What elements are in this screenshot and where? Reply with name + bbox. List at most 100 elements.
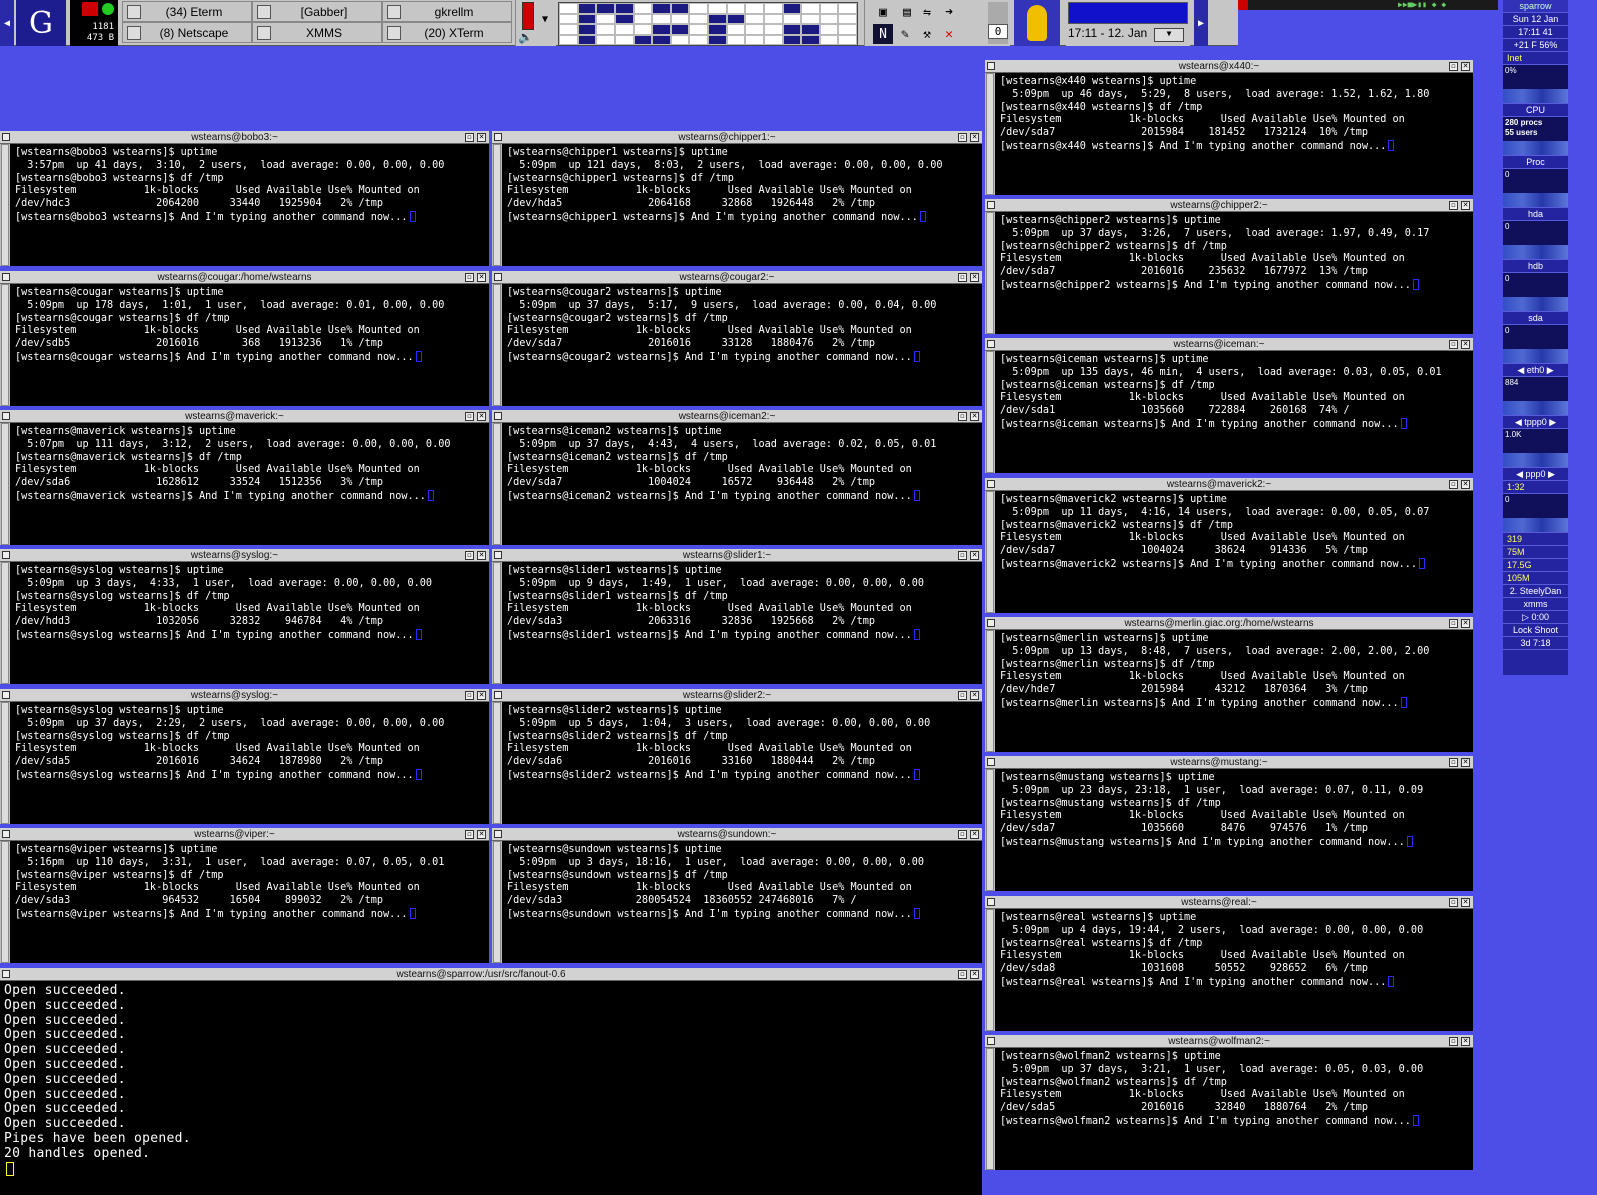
workspace-cell[interactable] [726,34,746,45]
close-icon[interactable]: ✕ [477,830,486,839]
scrollbar[interactable] [985,1048,995,1170]
minimize-icon[interactable]: ▫ [958,691,967,700]
workspace-cell[interactable] [652,24,671,35]
workspace-cell[interactable] [596,3,615,14]
window-titlebar[interactable]: wstearns@slider1:~ ▫ ✕ [492,549,982,562]
terminal-output[interactable]: [wstearns@slider2 wstearns]$ uptime 5:09… [507,705,930,783]
workspace-cell[interactable] [577,24,597,35]
xterm-window[interactable]: wstearns@viper:~ ▫ ✕ [wstearns@viper wstear… [0,828,489,963]
minimize-icon[interactable]: ▫ [958,970,967,979]
workspace-cell[interactable] [614,3,634,14]
scrollbar-thumb[interactable] [1,702,9,824]
close-icon[interactable]: ✕ [477,551,486,560]
scrollbar-thumb[interactable] [1,284,9,406]
scrollbar[interactable] [0,562,10,684]
task-eterm[interactable]: (34) Eterm [122,1,252,22]
xterm-window[interactable]: wstearns@wolfman2:~ ▫ ✕ [wstearns@wolfman2 … [985,1035,1473,1170]
printer-icon[interactable]: ▤ [897,2,917,22]
workspace-cell[interactable] [559,24,578,35]
xterm-window[interactable]: wstearns@cougar:/home/wstearns ▫ ✕ [wstearn… [0,271,489,406]
scrollbar[interactable] [985,491,995,613]
workspace-cell[interactable] [559,34,578,45]
workspace-cell[interactable] [745,3,764,14]
window-menu-icon[interactable] [494,691,502,699]
close-icon[interactable]: ✕ [970,551,979,560]
workspace-cell[interactable] [670,13,690,24]
terminal-output[interactable]: [wstearns@wolfman2 wstearns]$ uptime 5:0… [1000,1051,1423,1129]
workspace-cell[interactable] [670,34,690,45]
scrollbar-thumb[interactable] [986,351,994,473]
workspace-cell[interactable] [763,24,783,35]
workspace-cell[interactable] [782,3,802,14]
window-menu-icon[interactable] [494,412,502,420]
terminal-output[interactable]: [wstearns@mustang wstearns]$ uptime 5:09… [1000,772,1423,850]
window-menu-icon[interactable] [987,1037,995,1045]
workspace-cell[interactable] [596,34,615,45]
xterm-window[interactable]: wstearns@mustang:~ ▫ ✕ [wstearns@mustang ws… [985,756,1473,891]
window-menu-icon[interactable] [987,480,995,488]
window-titlebar[interactable]: wstearns@iceman2:~ ▫ ✕ [492,410,982,423]
terminal-output[interactable]: [wstearns@x440 wstearns]$ uptime 5:09pm … [1000,76,1429,154]
workspace-cell[interactable] [689,24,708,35]
window-titlebar[interactable]: wstearns@bobo3:~ ▫ ✕ [0,131,489,144]
xterm-window[interactable]: wstearns@chipper2:~ ▫ ✕ [wstearns@chipper2 … [985,199,1473,334]
workspace-cell[interactable] [726,24,746,35]
xterm-window[interactable]: wstearns@slider1:~ ▫ ✕ [wstearns@slider1 ws… [492,549,982,684]
scrollbar[interactable] [492,841,502,963]
terminal-output[interactable]: [wstearns@chipper2 wstearns]$ uptime 5:0… [1000,215,1429,293]
scrollbar[interactable] [0,702,10,824]
workspace-cell[interactable] [782,24,802,35]
close-icon[interactable]: ✕ [1461,619,1470,628]
tools-icon[interactable]: ⚒ [917,24,937,44]
panel-hide-right-button[interactable]: ▶ [1194,0,1208,46]
window-titlebar[interactable]: wstearns@cougar2:~ ▫ ✕ [492,271,982,284]
minimize-icon[interactable]: ▫ [958,551,967,560]
scrollbar-thumb[interactable] [493,144,501,266]
volume-mixer-applet[interactable]: 🔈 ▼ [515,0,556,46]
xterm-window[interactable]: wstearns@merlin.giac.org:/home/wstearns ▫… [985,617,1473,752]
scrollbar-thumb[interactable] [1,562,9,684]
close-icon[interactable]: ✕ [970,133,979,142]
window-titlebar[interactable]: wstearns@mustang:~ ▫ ✕ [985,756,1473,769]
window-menu-icon[interactable] [987,898,995,906]
scrollbar[interactable] [492,423,502,545]
edit-icon[interactable]: ✎ [895,24,915,44]
scrollbar-thumb[interactable] [986,1048,994,1170]
terminal-output[interactable]: [wstearns@iceman2 wstearns]$ uptime 5:09… [507,426,936,504]
ppp0-label[interactable]: ◀ ppp0 ▶ [1503,468,1568,481]
window-menu-icon[interactable] [987,758,995,766]
xterm-window[interactable]: wstearns@syslog:~ ▫ ✕ [wstearns@syslog wste… [0,549,489,684]
workspace-cell[interactable] [633,34,653,45]
eth0-label[interactable]: ◀ eth0 ▶ [1503,364,1568,377]
workspace-cell[interactable] [652,3,671,14]
terminal-output[interactable]: [wstearns@maverick wstearns]$ uptime 5:0… [15,426,450,504]
window-titlebar[interactable]: wstearns@slider2:~ ▫ ✕ [492,689,982,702]
window-menu-icon[interactable] [2,551,10,559]
close-icon[interactable]: ✕ [477,691,486,700]
terminal-output[interactable]: [wstearns@real wstearns]$ uptime 5:09pm … [1000,912,1423,990]
scrollbar[interactable] [985,73,995,195]
workspace-cell[interactable] [577,34,597,45]
scrollbar-thumb[interactable] [493,702,501,824]
clock-applet[interactable]: 17:11 - 12. Jan ▼ [1066,0,1190,46]
close-icon[interactable]: ✕ [477,273,486,282]
minimize-icon[interactable]: ▫ [465,551,474,560]
workspace-cell[interactable] [596,24,615,35]
window-menu-icon[interactable] [987,201,995,209]
workspace-cell[interactable] [838,24,857,35]
window-titlebar[interactable]: wstearns@real:~ ▫ ✕ [985,896,1473,909]
xterm-window[interactable]: wstearns@cougar2:~ ▫ ✕ [wstearns@cougar2 ws… [492,271,982,406]
close-icon[interactable]: ✕ [1461,201,1470,210]
terminal-output[interactable]: [wstearns@syslog wstearns]$ uptime 5:09p… [15,705,444,783]
close-icon[interactable]: ✕ [970,830,979,839]
workspace-cell[interactable] [652,13,671,24]
xterm-window[interactable]: wstearns@sundown:~ ▫ ✕ [wstearns@sundown ws… [492,828,982,963]
window-menu-icon[interactable] [2,133,10,141]
workspace-cell[interactable] [819,34,839,45]
lock-button[interactable]: Lock [1513,625,1532,635]
close-icon[interactable]: ✕ [970,273,979,282]
window-menu-icon[interactable] [494,273,502,281]
close-icon[interactable]: ✕ [1461,340,1470,349]
xterm-window[interactable]: wstearns@slider2:~ ▫ ✕ [wstearns@slider2 ws… [492,689,982,824]
scrollbar-thumb[interactable] [986,491,994,613]
